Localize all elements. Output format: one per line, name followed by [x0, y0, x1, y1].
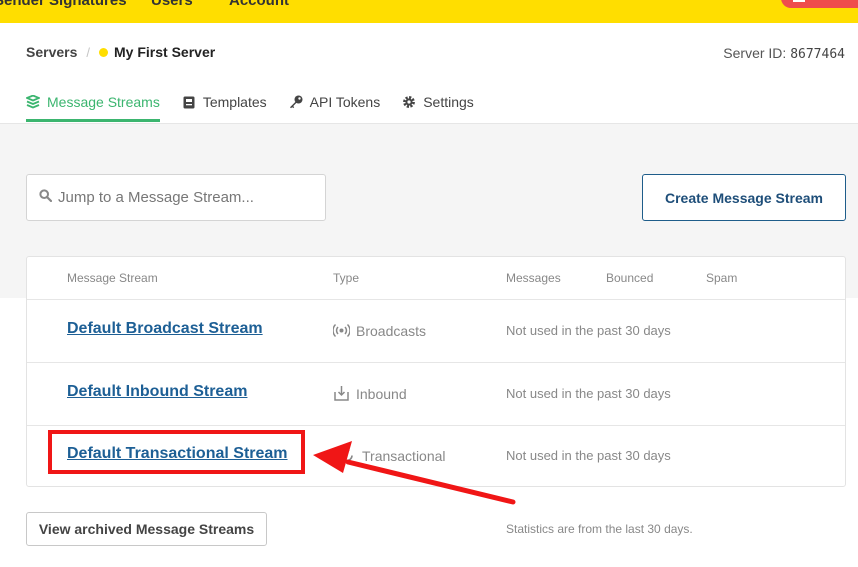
broadcast-icon — [333, 322, 350, 339]
server-tabs: Message Streams Templates API Tokens Set… — [26, 92, 496, 122]
template-icon — [182, 95, 196, 109]
statistics-note: Statistics are from the last 30 days. — [506, 522, 693, 536]
stream-type: Broadcasts — [333, 322, 426, 339]
gear-icon — [402, 95, 416, 109]
nav-link-account[interactable]: Account — [229, 0, 289, 9]
tab-label: Settings — [423, 94, 474, 110]
key-icon — [289, 95, 303, 109]
server-id-value: 8677464 — [790, 47, 845, 62]
stream-messages: Not used in the past 30 days — [506, 386, 671, 401]
stream-type: Inbound — [333, 385, 407, 402]
annotation-highlight-box — [48, 430, 305, 474]
server-name: My First Server — [114, 44, 216, 60]
stream-link-broadcast[interactable]: Default Broadcast Stream — [67, 320, 263, 338]
tab-settings[interactable]: Settings — [402, 92, 474, 122]
create-message-stream-button[interactable]: Create Message Stream — [642, 174, 846, 221]
nav-link-users[interactable]: Users — [151, 0, 193, 9]
stream-search-box[interactable] — [26, 174, 326, 221]
stream-search-input[interactable] — [58, 189, 308, 206]
stream-type-label: Transactional — [362, 447, 446, 464]
stream-messages: Not used in the past 30 days — [506, 323, 671, 338]
view-archived-streams-button[interactable]: View archived Message Streams — [26, 512, 267, 546]
column-header-messages: Messages — [506, 271, 561, 285]
column-header-stream: Message Stream — [67, 271, 158, 285]
column-header-type: Type — [333, 271, 360, 285]
breadcrumb-servers-link[interactable]: Servers — [26, 44, 77, 60]
table-row: Default Inbound Stream Inbound Not used … — [27, 363, 845, 426]
tab-api-tokens[interactable]: API Tokens — [289, 92, 381, 122]
column-header-spam: Spam — [706, 271, 738, 285]
notification-pill[interactable] — [781, 0, 858, 8]
table-row: Default Broadcast Stream Broadcasts Not … — [27, 300, 845, 363]
nav-link-sender-signatures[interactable]: Sender Signatures — [0, 0, 127, 9]
transactional-icon — [339, 447, 356, 464]
stream-type: Transactional — [339, 447, 446, 464]
inbox-icon — [333, 385, 350, 402]
table-header: Message Stream Type Messages Bounced Spa… — [27, 257, 845, 300]
server-id: Server ID: 8677464 — [723, 45, 845, 62]
tray-icon — [793, 0, 805, 2]
tab-message-streams[interactable]: Message Streams — [26, 92, 160, 122]
search-icon — [39, 188, 53, 207]
layers-icon — [26, 95, 40, 109]
column-header-bounced: Bounced — [606, 271, 654, 285]
breadcrumb: Servers / My First Server — [26, 44, 215, 60]
server-id-label: Server ID: — [723, 45, 787, 61]
breadcrumb-separator: / — [86, 44, 91, 60]
top-nav-bar: Sender Signatures Users Account — [0, 0, 858, 23]
stream-type-label: Inbound — [356, 385, 407, 402]
tab-label: Templates — [202, 94, 267, 110]
tab-label: API Tokens — [309, 94, 381, 110]
server-status-dot — [99, 47, 109, 57]
stream-messages: Not used in the past 30 days — [506, 448, 671, 463]
stream-type-label: Broadcasts — [356, 322, 427, 339]
tab-label: Message Streams — [47, 94, 160, 110]
tab-templates[interactable]: Templates — [182, 92, 267, 122]
stream-link-inbound[interactable]: Default Inbound Stream — [67, 383, 247, 401]
